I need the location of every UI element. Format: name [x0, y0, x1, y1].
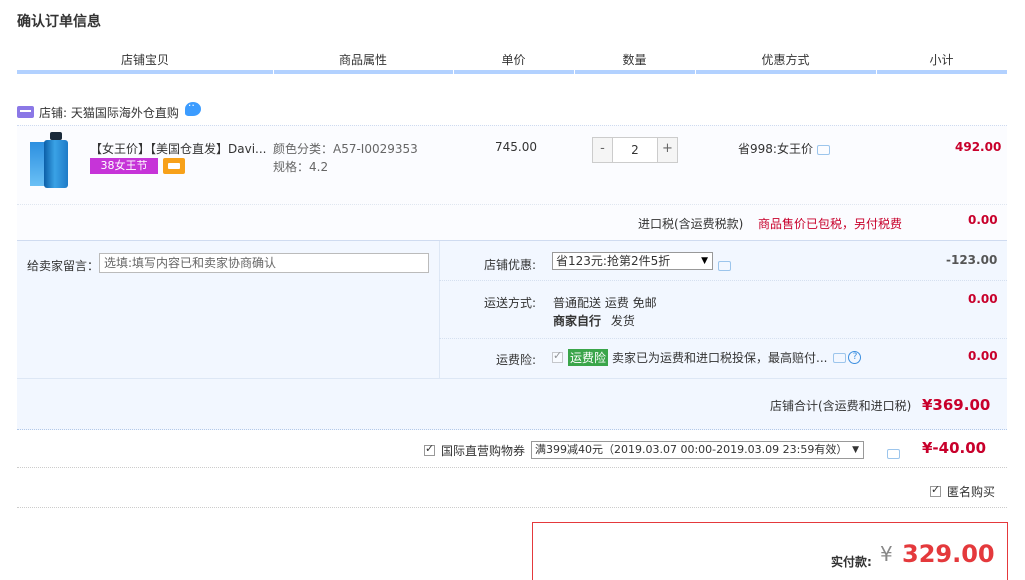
payment-label: 实付款:: [831, 555, 872, 569]
coupon-select[interactable]: 满399减40元（2019.03.07 00:00-2019.03.09 23:…: [531, 441, 864, 459]
product-title-link[interactable]: 【女王价】【美国仓直发】Davi...: [90, 140, 268, 157]
header-underline: [17, 70, 273, 74]
store-row: 店铺: 天猫国际海外仓直购: [17, 99, 201, 122]
item-subtotal: 492.00: [955, 140, 1002, 154]
product-bottle-cap: [50, 132, 62, 140]
promo-badge: 38女王节: [90, 158, 158, 174]
store-discount-label: 店铺优惠:: [483, 258, 536, 272]
unit-price: 745.00: [495, 140, 537, 154]
anonymous-row: 匿名购买: [930, 483, 995, 500]
header-attributes: 商品属性: [338, 53, 387, 67]
qty-minus-button[interactable]: -: [593, 138, 613, 162]
shipping-provider: 商家自行 发货: [553, 312, 635, 329]
seller-message-label: 给卖家留言：: [27, 259, 100, 273]
message-icon[interactable]: [833, 352, 847, 363]
currency-symbol: ¥: [880, 542, 893, 566]
store-discount-selected: 省123元:抢第2件5折: [556, 254, 671, 268]
header-subtotal: 小计: [929, 53, 954, 67]
shipping-value: 0.00: [968, 292, 998, 306]
dropdown-arrow-icon: ▼: [852, 445, 859, 455]
header-quantity: 数量: [622, 53, 647, 67]
header-underline: [696, 70, 876, 74]
header-unit-price: 单价: [501, 53, 526, 67]
qty-plus-button[interactable]: +: [657, 138, 677, 162]
attr-color: 颜色分类：A57-I0029353: [273, 142, 418, 156]
store-name-link[interactable]: 店铺: 天猫国际海外仓直购: [39, 104, 179, 121]
page-title: 确认订单信息: [17, 14, 101, 30]
divider: [17, 507, 1007, 508]
seller-message-input[interactable]: 选填:填写内容已和卖家协商确认: [99, 253, 429, 273]
quantity-stepper: - 2 +: [592, 137, 678, 163]
store-discount-select[interactable]: 省123元:抢第2件5折 ▼: [552, 252, 713, 270]
import-tax-value: 0.00: [968, 213, 998, 227]
product-thumbnail[interactable]: [30, 132, 74, 188]
coupon-label: 国际直营购物券: [441, 444, 526, 458]
header-underline: [274, 70, 453, 74]
payment-total: 329.00: [902, 540, 995, 568]
header-underline: [575, 70, 695, 74]
qty-input[interactable]: 2: [613, 138, 657, 162]
attr-spec: 规格：4.2: [273, 160, 329, 174]
discount-method: 省998:女王价: [738, 140, 830, 157]
insurance-tag: 运费险: [568, 349, 609, 366]
table-header: 店铺宝贝 商品属性 单价 数量 优惠方式 小计: [17, 50, 1007, 74]
store-total-value: ¥369.00: [922, 396, 991, 414]
shipping-provider-rest: 发货: [610, 314, 635, 328]
store-discount-value: -123.00: [946, 253, 998, 267]
coupon-value: ¥-40.00: [922, 439, 987, 457]
shipping-provider-bold: 商家自行: [553, 314, 602, 328]
discount-text: 省998:女王价: [738, 142, 813, 156]
dropdown-arrow-icon: ▼: [701, 256, 708, 266]
help-icon[interactable]: ?: [848, 351, 862, 364]
message-icon[interactable]: [886, 448, 900, 459]
header-underline: [877, 70, 1007, 74]
divider: [17, 467, 1007, 468]
coupon-selected: 满399减40元（2019.03.07 00:00-2019.03.09 23:…: [535, 443, 848, 456]
divider: [17, 204, 1007, 205]
shipping-method: 普通配送 运费 免邮: [553, 296, 657, 310]
import-tax-note: 商品售价已包税，另付税费: [758, 217, 903, 231]
anonymous-checkbox[interactable]: [930, 483, 941, 497]
insurance-row: 运费险 卖家已为运费和进口税投保，最高赔付... ?: [552, 349, 862, 366]
chat-icon[interactable]: [184, 99, 201, 116]
shipping-label: 运送方式:: [483, 296, 536, 310]
header-store-item: 店铺宝贝: [120, 53, 169, 67]
insurance-text: 卖家已为运费和进口税投保，最高赔付...: [612, 351, 828, 365]
message-icon[interactable]: [816, 144, 830, 155]
insurance-label: 运费险:: [495, 353, 536, 367]
header-underline: [454, 70, 574, 74]
insurance-value: 0.00: [968, 349, 998, 363]
card-icon: [163, 158, 185, 174]
insurance-checkbox[interactable]: [552, 349, 563, 363]
coupon-row: 国际直营购物券: [424, 442, 525, 459]
divider: [17, 378, 1007, 379]
divider: [439, 280, 1007, 281]
import-tax-label: 进口税(含运费税款): [638, 217, 744, 231]
coupon-checkbox[interactable]: [424, 442, 435, 456]
message-icon[interactable]: [718, 260, 731, 271]
product-bottle-image: [44, 140, 68, 188]
header-discount: 优惠方式: [761, 53, 810, 67]
divider: [439, 338, 1007, 339]
divider: [439, 241, 440, 378]
store-total-label: 店铺合计(含运费和进口税): [770, 399, 912, 413]
store-icon: [17, 106, 34, 118]
anonymous-label: 匿名购买: [947, 485, 996, 499]
